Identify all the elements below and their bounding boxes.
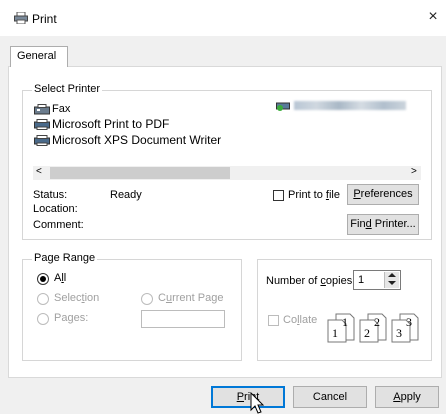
comment-label: Comment:	[33, 219, 84, 231]
page-range-legend: Page Range	[32, 252, 98, 264]
network-printer-icon[interactable]	[276, 100, 290, 112]
radio-dot	[40, 276, 46, 282]
svg-text:3: 3	[406, 315, 412, 329]
close-icon[interactable]: ×	[424, 8, 442, 26]
label-part: Number of	[266, 275, 321, 287]
label-part: opies:	[325, 275, 356, 287]
tab-label: General	[17, 50, 57, 62]
label-part: Co	[283, 314, 298, 326]
printer-item-xps[interactable]: Microsoft XPS Document Writer	[34, 133, 221, 147]
scroll-left-icon[interactable]: <	[36, 166, 42, 177]
radio-all[interactable]	[37, 273, 49, 285]
status-value: Ready	[110, 189, 142, 201]
spin-down-icon[interactable]	[388, 281, 396, 285]
printer-icon	[34, 134, 50, 146]
svg-text:3: 3	[396, 326, 402, 340]
printer-item-pdf[interactable]: Microsoft Print to PDF	[34, 117, 169, 131]
radio-current-page[interactable]	[141, 293, 153, 305]
tab-general[interactable]: General	[10, 46, 68, 67]
scrollbar-thumb[interactable]	[50, 167, 230, 179]
copies-input[interactable]: 1	[353, 270, 401, 290]
mouse-pointer-icon	[250, 391, 266, 414]
svg-text:2: 2	[364, 326, 370, 340]
radio-pages-label[interactable]: Pages:	[54, 312, 88, 324]
printer-name: Fax	[52, 103, 71, 115]
label-part: Printer...	[371, 218, 416, 230]
collate-checkbox[interactable]	[268, 315, 279, 326]
label-part: Selec	[54, 292, 82, 304]
radio-all-label[interactable]: All	[54, 272, 66, 284]
collate-pages-icon: 11 22 33	[326, 306, 424, 346]
collate-label[interactable]: Collate	[283, 314, 317, 326]
printer-name: Microsoft Print to PDF	[52, 117, 170, 131]
fax-icon	[34, 103, 50, 115]
svg-text:1: 1	[342, 315, 348, 329]
number-of-copies-label: Number of copies:	[266, 275, 355, 287]
network-printer-redacted	[294, 101, 406, 110]
label-part: P	[353, 188, 361, 200]
radio-selection[interactable]	[37, 293, 49, 305]
label-part: rrent Page	[172, 292, 224, 304]
label-part: late	[299, 314, 318, 326]
select-printer-legend: Select Printer	[32, 83, 103, 95]
find-printer-button[interactable]: Find Printer...	[347, 214, 419, 235]
radio-current-page-label[interactable]: Current Page	[158, 292, 223, 304]
label-part: C	[158, 292, 166, 304]
label-part: references	[360, 188, 413, 200]
label-part: ile	[328, 189, 340, 201]
window-title: Print	[32, 12, 57, 26]
preferences-button[interactable]: Preferences	[347, 184, 419, 205]
printer-item-fax[interactable]: Fax	[34, 102, 70, 116]
print-to-file-label[interactable]: Print to file	[288, 189, 340, 201]
pages-input[interactable]	[141, 310, 225, 328]
spin-up-icon[interactable]	[388, 273, 396, 277]
label-part: es:	[73, 312, 89, 324]
print-button[interactable]: Print	[211, 386, 285, 408]
scroll-right-icon[interactable]: >	[411, 166, 417, 177]
copies-value: 1	[358, 274, 365, 286]
label-part: Fin	[350, 218, 366, 230]
label-part: Pa	[54, 312, 68, 324]
svg-text:2: 2	[374, 315, 380, 329]
apply-button[interactable]: Apply	[375, 386, 439, 408]
printer-app-icon	[14, 11, 28, 25]
radio-selection-label[interactable]: Selection	[54, 292, 99, 304]
printer-icon	[34, 118, 50, 130]
radio-pages[interactable]	[37, 313, 49, 325]
svg-text:1: 1	[332, 326, 338, 340]
status-label: Status:	[33, 189, 68, 201]
location-label: Location:	[33, 203, 78, 215]
cancel-button[interactable]: Cancel	[293, 386, 367, 408]
label-part: ion	[84, 292, 100, 304]
label-part: P	[236, 391, 245, 403]
copies-spinner[interactable]	[384, 272, 399, 288]
title-bar	[0, 0, 446, 36]
print-to-file-checkbox[interactable]	[273, 190, 284, 201]
label-part: A	[393, 391, 401, 403]
label-part: l	[63, 272, 67, 284]
label-part: pply	[400, 391, 421, 403]
printer-name: Microsoft XPS Document Writer	[52, 133, 222, 147]
label-part: Print to	[288, 189, 326, 201]
